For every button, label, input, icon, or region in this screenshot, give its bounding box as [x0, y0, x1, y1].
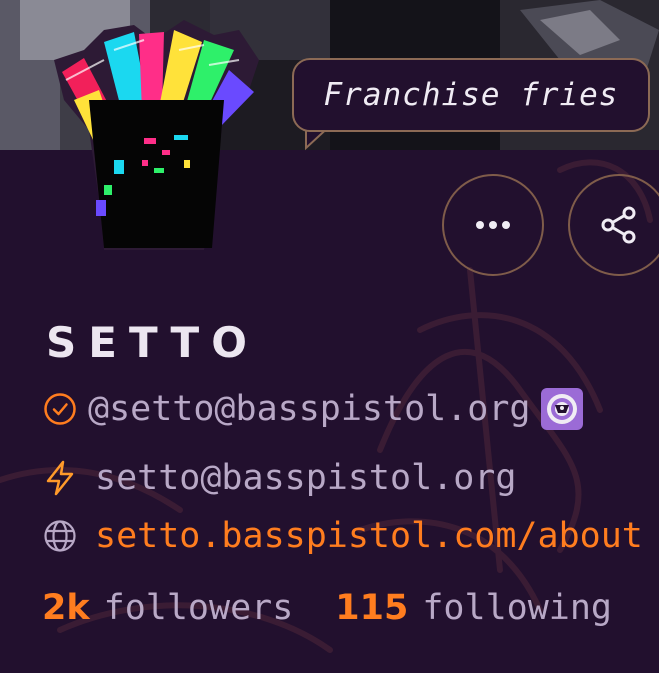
instance-badge-icon[interactable]	[540, 388, 583, 430]
profile-handle[interactable]: @setto@basspistol.org	[88, 389, 531, 429]
lightning-row: setto@basspistol.org	[42, 458, 516, 498]
ellipsis-icon	[476, 221, 510, 229]
profile-avatar[interactable]	[44, 20, 268, 260]
handle-row: @setto@basspistol.org	[42, 388, 583, 430]
display-name: SETTO	[46, 318, 259, 367]
check-circle-icon	[42, 391, 78, 427]
following-label[interactable]: following	[422, 588, 612, 628]
followers-label[interactable]: followers	[104, 588, 294, 628]
status-bubble: Franchise fries	[292, 58, 650, 132]
share-icon	[601, 206, 636, 244]
stats-row: 2k followers 115 following	[42, 588, 612, 628]
status-text: Franchise fries	[323, 77, 619, 113]
globe-icon	[42, 518, 78, 554]
share-button[interactable]	[568, 174, 659, 276]
followers-count[interactable]: 2k	[42, 588, 90, 628]
more-options-button[interactable]	[442, 174, 544, 276]
website-row: setto.basspistol.com/about	[42, 516, 643, 556]
website-link[interactable]: setto.basspistol.com/about	[95, 516, 643, 556]
lightning-icon	[42, 460, 78, 496]
lightning-address[interactable]: setto@basspistol.org	[95, 458, 516, 498]
following-count[interactable]: 115	[335, 588, 408, 628]
